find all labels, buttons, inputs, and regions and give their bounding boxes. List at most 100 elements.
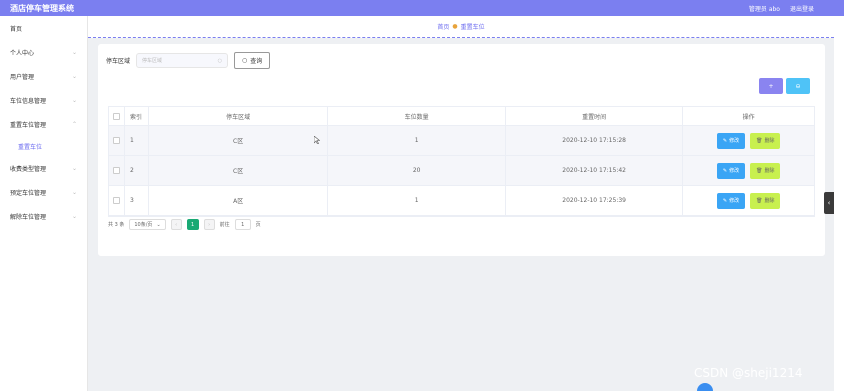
- search-placeholder: 停车区域: [142, 58, 163, 64]
- user-label: 管理员 abo: [748, 5, 780, 13]
- chevron-down-icon: ⌄: [156, 221, 161, 228]
- logout-link[interactable]: 退出登录: [790, 4, 814, 13]
- row-checkbox-cell: [109, 156, 125, 185]
- select-all-checkbox[interactable]: [112, 112, 120, 120]
- row-checkbox[interactable]: [112, 197, 120, 204]
- cell-area: C区: [149, 126, 329, 155]
- delete-button[interactable]: 🗑 删除: [750, 132, 781, 149]
- pagination-total: 共 3 条: [108, 222, 125, 228]
- app-title: 酒店停车管理系统: [10, 3, 74, 13]
- sidebar-item-release[interactable]: 解除车位管理 ⌄: [0, 204, 87, 228]
- mouse-cursor-icon: [314, 136, 320, 144]
- page-size-select[interactable]: 10条/页 ⌄: [129, 219, 166, 230]
- panel-toggle-button[interactable]: ‹: [824, 192, 834, 214]
- header-time: 重置时间: [506, 107, 684, 125]
- cell-time: 2020-12-10 17:15:42: [506, 156, 684, 185]
- edit-button[interactable]: ✎ 修改: [716, 162, 746, 179]
- edit-label: 修改: [729, 168, 740, 174]
- next-page-button[interactable]: ›: [203, 219, 215, 230]
- cell-actions: ✎ 修改 🗑 删除: [683, 126, 814, 155]
- header-count: 车位数量: [328, 107, 506, 125]
- content-card: 停车区域 停车区域 ○ ○ 查询 + ⊖ 索引 停车区域 车位数量 重置时间 操…: [98, 44, 825, 256]
- delete-button[interactable]: 🗑 删除: [750, 192, 781, 209]
- goto-page-input[interactable]: 1: [234, 219, 251, 230]
- breadcrumb-current: 重置车位: [460, 24, 485, 31]
- right-strip: [834, 16, 844, 391]
- cell-actions: ✎ 修改 🗑 删除: [683, 186, 814, 215]
- sidebar-item-users[interactable]: 用户管理 ⌄: [0, 64, 87, 88]
- trash-icon: 🗑: [756, 137, 763, 144]
- header-actions: 操作: [742, 113, 755, 121]
- delete-label: 删除: [764, 198, 775, 204]
- edit-icon: ✎: [722, 167, 728, 174]
- chevron-down-icon: ⌄: [71, 72, 77, 80]
- sidebar-item-label: 个人中心: [10, 49, 35, 57]
- search-button-label: 查询: [250, 58, 263, 65]
- page-unit-label: 页: [255, 222, 261, 228]
- edit-label: 修改: [729, 198, 740, 204]
- chevron-left-icon: ‹: [827, 199, 831, 207]
- pagination: 共 3 条 10条/页 ⌄ ‹ 1 › 前往 1 页: [108, 219, 261, 230]
- add-button[interactable]: +: [759, 78, 783, 94]
- watermark: CSDN @sheji1214: [694, 366, 803, 380]
- breadcrumb-home[interactable]: 首页: [437, 22, 449, 31]
- table-header: 索引 停车区域 车位数量 重置时间 操作: [109, 107, 814, 126]
- cell-count: 1: [328, 126, 506, 155]
- batch-delete-button[interactable]: ⊖: [786, 78, 810, 94]
- sidebar-item-label: 车位信息管理: [10, 97, 47, 105]
- sidebar-item-booking[interactable]: 预定车位管理 ⌄: [0, 180, 87, 204]
- page-size-value: 10条/页: [134, 222, 153, 228]
- sidebar-item-label: 重置车位管理: [10, 121, 47, 129]
- sidebar-item-space-info[interactable]: 车位信息管理 ⌄: [0, 88, 87, 112]
- table-row: 1 C区 1 2020-12-10 17:15:28 ✎ 修改 🗑 删除: [109, 126, 814, 156]
- header-area: 停车区域: [149, 107, 329, 125]
- cell-count: 1: [328, 186, 506, 215]
- delete-label: 删除: [764, 168, 775, 174]
- edit-button[interactable]: ✎ 修改: [716, 132, 746, 149]
- edit-icon: ✎: [722, 137, 728, 144]
- cell-area: A区: [149, 186, 329, 215]
- row-checkbox-cell: [109, 126, 125, 155]
- delete-label: 删除: [764, 138, 775, 144]
- cell-time: 2020-12-10 17:15:28: [506, 126, 684, 155]
- sidebar-item-fee-types[interactable]: 收费类型管理 ⌄: [0, 156, 87, 180]
- row-checkbox[interactable]: [112, 137, 120, 144]
- cell-index: 1: [125, 126, 149, 155]
- header-index: 索引: [125, 107, 149, 125]
- search-icon: ○: [242, 57, 248, 64]
- goto-label: 前往: [219, 222, 230, 228]
- sidebar-subitem-reset-space[interactable]: 重置车位: [0, 136, 87, 156]
- row-checkbox-cell: [109, 186, 125, 215]
- search-button[interactable]: ○ 查询: [234, 52, 271, 69]
- sidebar-item-label: 收费类型管理: [10, 165, 47, 173]
- delete-button[interactable]: 🗑 删除: [750, 162, 781, 179]
- search-row: 停车区域 停车区域 ○ ○ 查询: [106, 52, 271, 69]
- current-page[interactable]: 1: [186, 219, 199, 230]
- table-row: 2 C区 20 2020-12-10 17:15:42 ✎ 修改 🗑 删除: [109, 156, 814, 186]
- edit-button[interactable]: ✎ 修改: [716, 192, 746, 209]
- edit-label: 修改: [729, 138, 740, 144]
- cell-count: 20: [328, 156, 506, 185]
- chevron-left-icon: ‹: [175, 221, 178, 228]
- chevron-down-icon: ⌄: [71, 212, 77, 220]
- sidebar-item-home[interactable]: 首页: [0, 16, 87, 40]
- table-row: 3 A区 1 2020-12-10 17:25:39 ✎ 修改 🗑 删除: [109, 186, 814, 216]
- chevron-right-icon: ›: [208, 221, 211, 228]
- trash-icon: 🗑: [756, 197, 763, 204]
- sidebar-item-profile[interactable]: 个人中心 ⌄: [0, 40, 87, 64]
- trash-icon: 🗑: [756, 167, 763, 174]
- sidebar-item-label: 解除车位管理: [10, 213, 47, 221]
- row-checkbox[interactable]: [112, 167, 120, 174]
- top-bar: 酒店停车管理系统 管理员 abo 退出登录: [0, 0, 844, 16]
- cell-area: C区: [149, 156, 329, 185]
- sidebar-item-reset-space[interactable]: 重置车位管理 ⌃: [0, 112, 87, 136]
- main-content: 首页 ● 重置车位 停车区域 停车区域 ○ ○ 查询 + ⊖ 索引 停车区域 车…: [88, 16, 834, 391]
- edit-icon: ✎: [722, 197, 728, 204]
- breadcrumb-separator-icon: ●: [452, 23, 458, 30]
- search-input[interactable]: 停车区域 ○: [136, 53, 229, 68]
- prev-page-button[interactable]: ‹: [170, 219, 182, 230]
- sidebar-item-label: 用户管理: [10, 73, 35, 81]
- header-checkbox-cell: [109, 107, 125, 125]
- sidebar-item-label: 预定车位管理: [10, 189, 47, 197]
- cell-actions: ✎ 修改 🗑 删除: [683, 156, 814, 185]
